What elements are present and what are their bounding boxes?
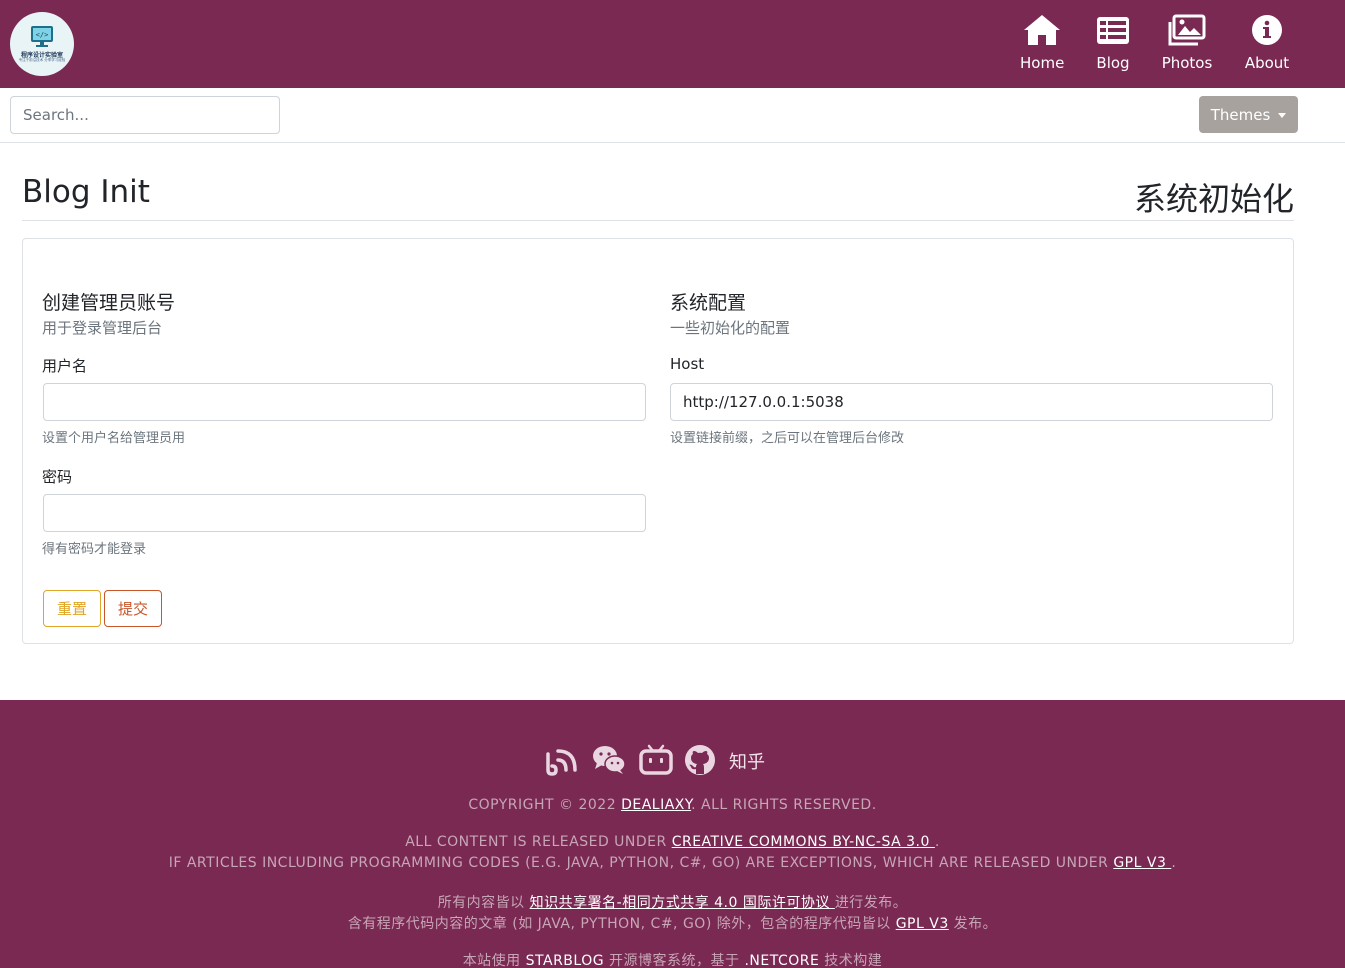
starblog-link[interactable]: STARBLOG [526,953,604,968]
cn-license-suffix: 进行发布。 [834,895,908,911]
copyright-line: COPYRIGHT © 2022 DEALIAXY. ALL RIGHTS RE… [0,797,1345,813]
cn-code-license-line: 含有程序代码内容的文章 (如 JAVA, PYTHON, C#, GO) 除外，… [0,913,1345,933]
host-label: Host [670,355,705,373]
init-form-card: 创建管理员账号 用于登录管理后台 用户名 设置个用户名给管理员用 密码 得有密码… [22,238,1294,644]
cn-license-link[interactable]: 知识共享署名-相同方式共享 4.0 国际许可协议 [530,895,835,911]
license-suffix: . [934,834,940,850]
svg-text:</>: </> [36,31,49,39]
admin-section-title: 创建管理员账号 [42,292,176,314]
config-section-title: 系统配置 [670,292,747,314]
username-label: 用户名 [42,357,88,375]
wechat-icon[interactable] [591,744,627,776]
cn-code-prefix: 含有程序代码内容的文章 (如 JAVA, PYTHON, C#, GO) 除外，… [347,916,896,932]
bilibili-icon[interactable] [639,744,673,776]
list-icon [1097,17,1129,44]
cn-gpl-link[interactable]: GPL V3 [896,916,949,932]
password-field[interactable] [43,494,646,532]
copyright-prefix: COPYRIGHT © 2022 [468,797,622,813]
top-navbar: </> 程序设计实验室 专注于前沿技术 分享学习经验 Home Blog Pho… [0,0,1345,88]
host-field[interactable] [670,383,1273,421]
themes-label: Themes [1210,105,1271,124]
info-icon [1252,15,1282,45]
zhihu-link[interactable]: 知乎 [729,748,765,774]
nav-home[interactable]: Home [1020,14,1064,72]
host-help: 设置链接前缀，之后可以在管理后台修改 [670,431,905,446]
caret-down-icon [1278,112,1287,118]
password-help: 得有密码才能登录 [42,542,147,557]
blog-feed-icon[interactable] [544,744,578,776]
toolbar: Themes [0,88,1345,143]
author-link[interactable]: DEALIAXY [621,797,691,813]
nav-photos[interactable]: Photos [1160,14,1214,72]
license-link[interactable]: CREATIVE COMMONS BY-NC-SA 3.0 [672,834,935,850]
search-input[interactable] [10,96,280,134]
nav-blog[interactable]: Blog [1094,14,1132,72]
photos-icon [1168,14,1206,46]
nav-about-label: About [1244,54,1290,72]
site-logo[interactable]: </> 程序设计实验室 专注于前沿技术 分享学习经验 [10,12,74,76]
home-icon [1024,15,1060,45]
logo-subtitle: 专注于前沿技术 分享学习经验 [18,58,66,62]
nav-home-label: Home [1020,54,1065,72]
username-help: 设置个用户名给管理员用 [42,431,186,446]
submit-button[interactable]: 提交 [104,590,162,627]
license-prefix: ALL CONTENT IS RELEASED UNDER [405,834,672,850]
admin-section-subtitle: 用于登录管理后台 [42,319,163,337]
code-license-prefix: IF ARTICLES INCLUDING PROGRAMMING CODES … [168,855,1114,871]
nav-photos-label: Photos [1161,54,1213,72]
monitor-code-icon: </> [31,26,53,47]
gpl-link[interactable]: GPL V3 [1113,855,1171,871]
powered-suffix: 技术构建 [819,953,883,968]
github-icon[interactable] [684,744,716,776]
nav-about[interactable]: About [1243,14,1291,72]
cn-license-prefix: 所有内容皆以 [437,895,530,911]
cn-license-line: 所有内容皆以 知识共享署名-相同方式共享 4.0 国际许可协议 进行发布。 [0,892,1345,912]
themes-dropdown-button[interactable]: Themes [1199,96,1298,133]
powered-prefix: 本站使用 [462,953,526,968]
copyright-suffix: . ALL RIGHTS RESERVED. [691,797,877,813]
powered-by-line: 本站使用 STARBLOG 开源博客系统，基于 .NETCORE 技术构建 [0,950,1345,968]
username-field[interactable] [43,383,646,421]
reset-button[interactable]: 重置 [43,590,101,627]
page-title: Blog Init [22,174,150,210]
powered-mid: 开源博客系统，基于 [604,953,745,968]
code-license-line: IF ARTICLES INCLUDING PROGRAMMING CODES … [0,855,1345,871]
netcore-link[interactable]: .NETCORE [744,953,819,968]
code-license-suffix: . [1171,855,1177,871]
config-section-subtitle: 一些初始化的配置 [670,319,791,337]
page-subtitle: 系统初始化 [1133,180,1294,218]
heading-divider [22,220,1294,221]
license-line: ALL CONTENT IS RELEASED UNDER CREATIVE C… [0,834,1345,850]
footer-social-links: 知乎 [0,744,1345,776]
password-label: 密码 [42,468,73,486]
nav-blog-label: Blog [1096,54,1130,72]
cn-code-suffix: 发布。 [948,916,998,932]
